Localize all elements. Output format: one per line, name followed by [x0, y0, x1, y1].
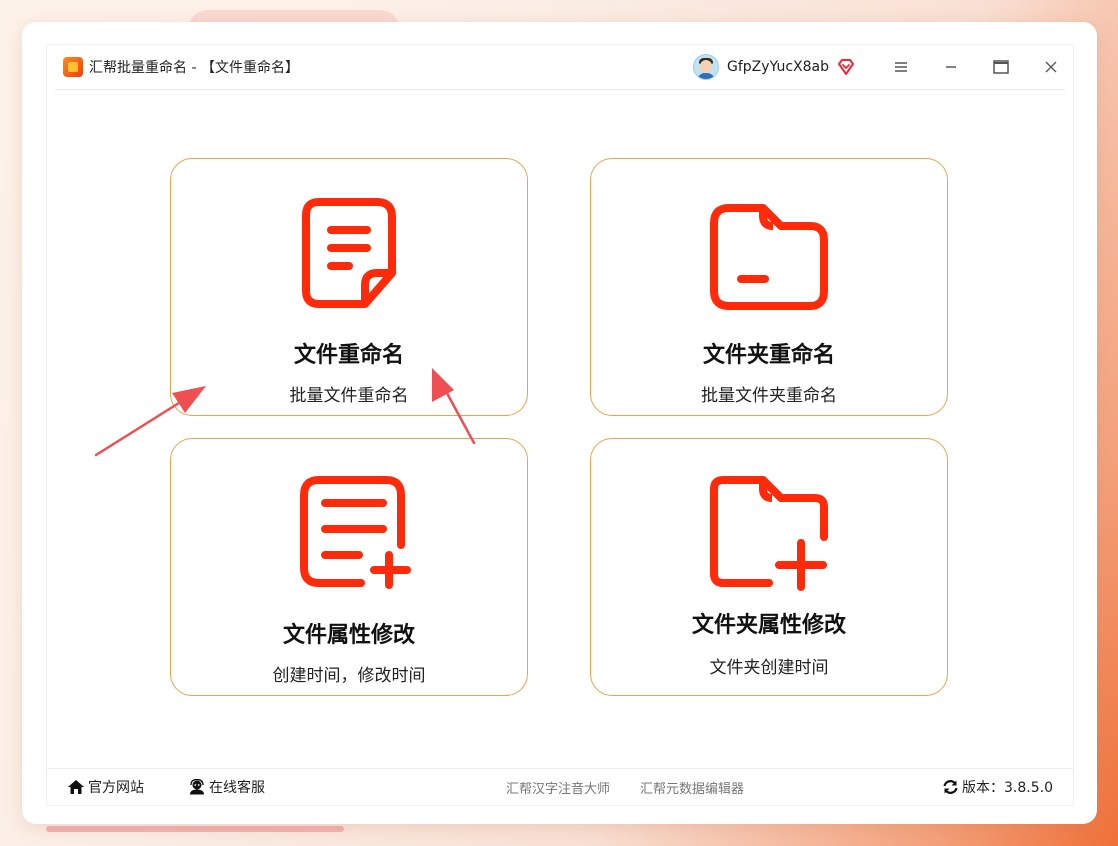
online-service-link[interactable]: 在线客服 [188, 769, 265, 805]
card-folder-rename[interactable]: 文件夹重命名 批量文件夹重命名 [590, 158, 948, 416]
window-content: 汇帮批量重命名 - 【文件重命名】 GfpZyYucX8ab 文件重命名 批量文… [46, 44, 1074, 806]
footer-bar: 官方网站 在线客服 汇帮汉字注音大师 汇帮元数据编辑器 版本：3.8.5.0 [47, 768, 1073, 805]
user-avatar[interactable] [692, 54, 719, 80]
app-window: 汇帮批量重命名 - 【文件重命名】 GfpZyYucX8ab 文件重命名 批量文… [22, 22, 1097, 824]
home-icon [68, 780, 84, 794]
card-title: 文件夹重命名 [702, 343, 835, 368]
card-title: 文件属性修改 [282, 623, 415, 648]
official-site-label: 官方网站 [88, 780, 144, 796]
card-subtitle: 批量文件重命名 [289, 386, 409, 406]
minimize-icon[interactable] [941, 57, 961, 77]
title-bar: 汇帮批量重命名 - 【文件重命名】 GfpZyYucX8ab [55, 45, 1065, 90]
username-label[interactable]: GfpZyYucX8ab [727, 59, 829, 75]
document-icon [302, 198, 396, 308]
card-file-rename[interactable]: 文件重命名 批量文件重命名 [170, 158, 528, 416]
online-service-label: 在线客服 [209, 780, 265, 796]
window-title: 汇帮批量重命名 - 【文件重命名】 [89, 60, 299, 76]
refresh-icon [943, 780, 958, 794]
version-label: 版本：3.8.5.0 [962, 780, 1053, 796]
footer-link-pinyin-master[interactable]: 汇帮汉字注音大师 [506, 769, 610, 805]
vip-diamond-icon[interactable] [837, 58, 855, 76]
version-info[interactable]: 版本：3.8.5.0 [942, 769, 1053, 805]
folder-icon [710, 204, 828, 310]
card-subtitle: 批量文件夹重命名 [701, 386, 837, 406]
card-file-attribute-modify[interactable]: 文件属性修改 创建时间，修改时间 [170, 438, 528, 696]
menu-icon[interactable] [891, 57, 911, 77]
close-icon[interactable] [1041, 57, 1061, 77]
card-title: 文件重命名 [293, 343, 404, 368]
card-subtitle: 文件夹创建时间 [709, 658, 829, 678]
maximize-icon[interactable] [991, 57, 1011, 77]
card-title: 文件夹属性修改 [691, 613, 846, 638]
background-bar [46, 826, 344, 832]
customer-service-icon [190, 779, 204, 795]
official-site-link[interactable]: 官方网站 [67, 769, 144, 805]
footer-link-metadata-editor[interactable]: 汇帮元数据编辑器 [640, 769, 744, 805]
document-plus-icon [300, 476, 411, 589]
folder-plus-icon [710, 476, 828, 591]
app-logo-icon [63, 57, 83, 77]
card-subtitle: 创建时间，修改时间 [272, 666, 426, 686]
card-folder-attribute-modify[interactable]: 文件夹属性修改 文件夹创建时间 [590, 438, 948, 696]
